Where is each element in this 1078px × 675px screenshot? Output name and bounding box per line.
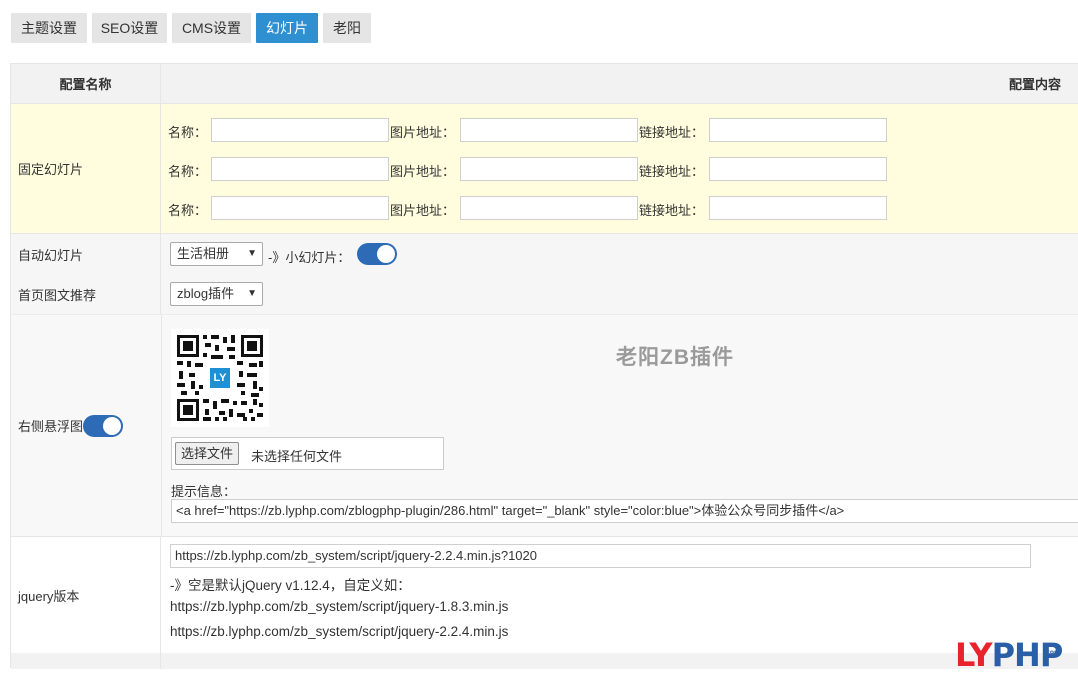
footer-name-cell	[11, 653, 161, 669]
choose-file-button[interactable]: 选择文件	[175, 442, 240, 465]
small-slides-toggle[interactable]	[357, 243, 397, 265]
row-auto-slides: 自动幻灯片 生活相册 ▼ -》小幻灯片：	[11, 234, 1078, 274]
home-recommend-select-value: zblog插件	[177, 286, 235, 301]
slide-image-label: 图片地址：	[390, 125, 456, 140]
header-config-name: 配置名称	[11, 64, 161, 103]
toggle-knob	[103, 416, 122, 435]
slide-name-label: 名称：	[168, 164, 208, 179]
slide-1-link-input[interactable]	[709, 118, 887, 142]
slide-name-label: 名称：	[168, 203, 208, 218]
slide-name-label: 名称：	[168, 125, 208, 140]
jquery-note: -》空是默认jQuery v1.12.4，自定义如：	[170, 578, 411, 593]
auto-slides-content: 生活相册 ▼ -》小幻灯片：	[161, 234, 1078, 274]
slide-2-name-input[interactable]	[211, 157, 389, 181]
slide-3-link-input[interactable]	[709, 196, 887, 220]
qr-code-image: LY	[171, 329, 269, 427]
watermark-text: 老阳ZB插件	[616, 346, 734, 369]
tab-seo-settings[interactable]: SEO设置	[92, 13, 167, 43]
slide-1-name-input[interactable]	[211, 118, 389, 142]
row-fixed-slides: 固定幻灯片 名称： 图片地址： 链接地址： 名称： 图片地址： 链接地址： 名称…	[11, 104, 1078, 234]
logo-sub: .com	[1044, 649, 1061, 656]
row-home-recommend: 首页图文推荐 zblog插件 ▼	[11, 274, 1078, 314]
chevron-down-icon: ▼	[247, 248, 257, 259]
tip-input[interactable]: <a href="https://zb.lyphp.com/zblogphp-p…	[171, 499, 1078, 523]
row-jquery-version: jquery版本 https://zb.lyphp.com/zb_system/…	[11, 537, 1078, 653]
fixed-slides-content: 名称： 图片地址： 链接地址： 名称： 图片地址： 链接地址： 名称： 图片地址…	[161, 104, 1078, 233]
tip-label: 提示信息：	[171, 484, 237, 499]
table-footer-row	[11, 653, 1078, 669]
slide-3-image-input[interactable]	[460, 196, 638, 220]
jquery-version-content: https://zb.lyphp.com/zb_system/script/jq…	[161, 537, 1078, 653]
slide-link-label: 链接地址：	[639, 125, 705, 140]
qr-logo-text: LY	[213, 372, 227, 384]
file-upload: 选择文件 未选择任何文件	[171, 437, 444, 470]
slide-1-image-input[interactable]	[460, 118, 638, 142]
tab-laoyang[interactable]: 老阳	[323, 13, 371, 43]
slide-link-label: 链接地址：	[639, 164, 705, 179]
jquery-example-1: https://zb.lyphp.com/zb_system/script/jq…	[170, 599, 509, 614]
auto-slides-label: 自动幻灯片	[11, 234, 161, 274]
slide-image-label: 图片地址：	[390, 164, 456, 179]
jquery-version-label: jquery版本	[11, 537, 161, 653]
row-right-float: 右侧悬浮图 LY 老阳ZB插件 选择文件 未选择任何文件 提示信息： <a hr…	[11, 314, 1078, 537]
home-recommend-select[interactable]: zblog插件 ▼	[170, 282, 263, 306]
auto-slides-select-value: 生活相册	[177, 246, 230, 261]
tab-slides[interactable]: 幻灯片	[256, 13, 318, 43]
slide-3-name-input[interactable]	[211, 196, 389, 220]
right-float-label-cell: 右侧悬浮图	[11, 315, 161, 536]
home-recommend-label: 首页图文推荐	[11, 274, 161, 314]
file-status: 未选择任何文件	[251, 449, 343, 464]
auto-slides-select[interactable]: 生活相册 ▼	[170, 242, 263, 266]
fixed-slides-label: 固定幻灯片	[11, 104, 161, 233]
right-float-content: LY 老阳ZB插件 选择文件 未选择任何文件 提示信息： <a href="ht…	[161, 315, 1078, 536]
slide-2-image-input[interactable]	[460, 157, 638, 181]
home-recommend-content: zblog插件 ▼	[161, 274, 1078, 314]
jquery-example-2: https://zb.lyphp.com/zb_system/script/jq…	[170, 624, 509, 639]
right-float-label: 右侧悬浮图	[18, 419, 84, 434]
lyphp-logo: LYPHP .com	[955, 636, 1063, 674]
jquery-url-input[interactable]: https://zb.lyphp.com/zb_system/script/jq…	[170, 544, 1031, 568]
header-config-content: 配置内容	[1008, 77, 1061, 92]
tab-theme-settings[interactable]: 主题设置	[11, 13, 87, 43]
tab-cms-settings[interactable]: CMS设置	[172, 13, 251, 43]
settings-table: 配置名称 配置内容 固定幻灯片 名称： 图片地址： 链接地址： 名称： 图片地址…	[10, 63, 1078, 669]
logo-part-ly: LY	[955, 636, 993, 674]
small-slides-label: -》小幻灯片：	[268, 250, 351, 265]
slide-link-label: 链接地址：	[639, 203, 705, 218]
right-float-toggle[interactable]	[83, 414, 124, 437]
table-header: 配置名称 配置内容	[11, 64, 1078, 104]
slide-2-link-input[interactable]	[709, 157, 887, 181]
chevron-down-icon: ▼	[247, 288, 257, 299]
toggle-knob	[377, 245, 395, 263]
slide-image-label: 图片地址：	[390, 203, 456, 218]
